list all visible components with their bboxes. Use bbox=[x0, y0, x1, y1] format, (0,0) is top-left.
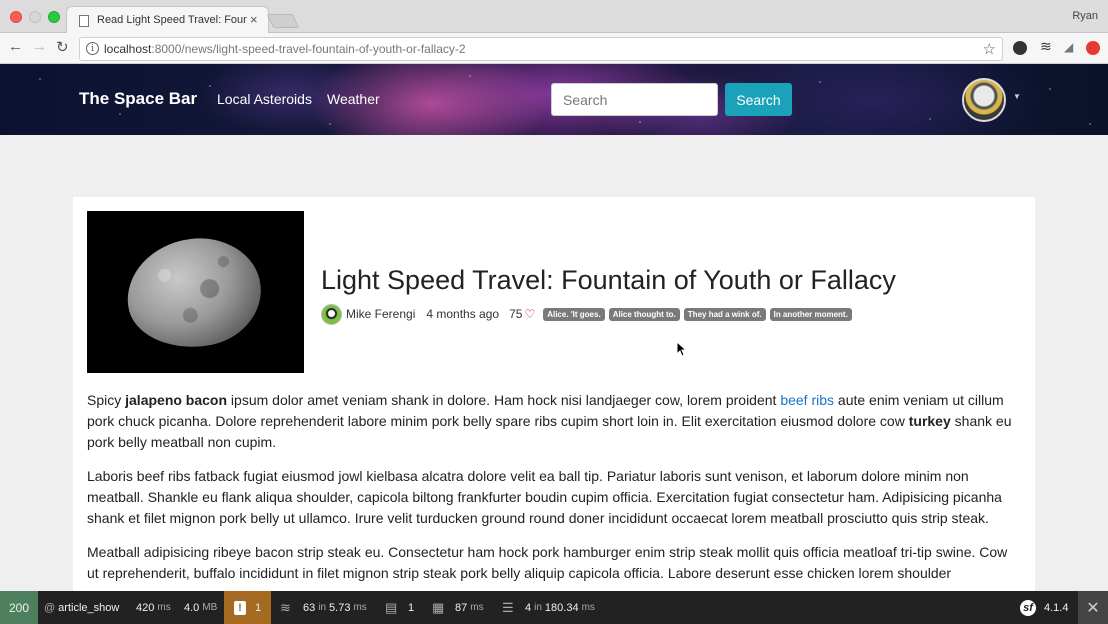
article-paragraph: Meatball adipisicing ribeye bacon strip … bbox=[87, 544, 1008, 581]
article-paragraph: Laboris beef ribs fatback fugiat eiusmod… bbox=[87, 468, 1002, 526]
avatar-dropdown-icon[interactable]: ▼ bbox=[1013, 92, 1021, 101]
new-tab-button[interactable] bbox=[266, 14, 300, 28]
forms-count: 63 bbox=[303, 601, 316, 614]
browser-tab[interactable]: Read Light Speed Travel: Fountain of You… bbox=[66, 6, 269, 34]
site-header: The Space Bar Local Asteroids Weather Se… bbox=[0, 64, 1108, 135]
request-time[interactable]: 420 ms bbox=[136, 591, 171, 624]
address-bar[interactable]: i localhost:8000/news/light-speed-travel… bbox=[79, 37, 1003, 61]
bold-text: turkey bbox=[908, 413, 951, 429]
route-at: @ bbox=[44, 601, 56, 614]
memory-unit: MB bbox=[202, 602, 218, 613]
twig-panel[interactable]: ▦ 87 ms bbox=[432, 591, 484, 624]
window-maximize-button[interactable] bbox=[48, 11, 60, 23]
extension-icon[interactable]: ◢ bbox=[1064, 40, 1078, 54]
nav-local-asteroids[interactable]: Local Asteroids bbox=[217, 91, 312, 107]
translation-panel[interactable]: ▤ 1 bbox=[385, 591, 414, 624]
bold-text: jalapeno bacon bbox=[125, 392, 228, 408]
warnings-badge[interactable]: ! 1 bbox=[224, 591, 271, 624]
browser-titlebar: Read Light Speed Travel: Fountain of You… bbox=[0, 0, 1108, 34]
tag-badge: Alice thought to. bbox=[608, 307, 680, 321]
time-value: 420 bbox=[136, 601, 155, 614]
memory-value: 4.0 bbox=[184, 601, 200, 614]
author-name: Mike Ferengi bbox=[346, 307, 416, 321]
search-input[interactable] bbox=[551, 83, 718, 116]
article-meta: Mike Ferengi 4 months ago 75 ♡ Alice. 'I… bbox=[321, 303, 856, 325]
layers-icon: ≋ bbox=[280, 600, 291, 615]
search-button[interactable]: Search bbox=[725, 83, 792, 116]
heart-icon[interactable]: ♡ bbox=[524, 307, 535, 321]
translation-icon: ▤ bbox=[385, 600, 398, 615]
forms-unit: ms bbox=[353, 602, 367, 613]
translation-count: 1 bbox=[408, 601, 415, 614]
browser-profile-name[interactable]: Ryan bbox=[1072, 10, 1098, 22]
tag-badge: Alice. 'It goes. bbox=[543, 307, 605, 321]
twig-time: 87 bbox=[455, 601, 468, 614]
symfony-logo-icon: sf bbox=[1020, 599, 1036, 616]
route-name[interactable]: @ article_show bbox=[44, 591, 119, 624]
published-date: 4 months ago bbox=[426, 307, 500, 321]
paragraph-text: Spicy bbox=[87, 392, 126, 408]
extension-icon[interactable] bbox=[1013, 41, 1027, 55]
symfony-version[interactable]: sf 4.1.4 bbox=[1020, 591, 1068, 624]
warnings-count: 1 bbox=[254, 601, 262, 614]
article-image bbox=[87, 211, 304, 373]
tag-badge: They had a wink of. bbox=[683, 307, 766, 321]
url-host: localhost bbox=[104, 42, 152, 56]
window-close-button[interactable] bbox=[10, 11, 22, 23]
status-code-badge[interactable]: 200 bbox=[0, 591, 38, 624]
nav-weather[interactable]: Weather bbox=[327, 91, 380, 107]
url-path: :8000/news/light-speed-travel-fountain-o… bbox=[151, 42, 466, 56]
page-icon bbox=[79, 15, 89, 27]
bookmark-star-icon[interactable]: ☆ bbox=[983, 40, 996, 58]
route-label: article_show bbox=[58, 601, 120, 614]
heart-count: 75 bbox=[509, 307, 523, 321]
database-panel[interactable]: ☰ 4 in 180.34 ms bbox=[502, 591, 595, 624]
tag-badge: In another moment. bbox=[769, 307, 852, 321]
asteroid-image bbox=[120, 230, 268, 356]
twig-unit: ms bbox=[470, 602, 484, 613]
tab-close-icon[interactable]: × bbox=[250, 12, 258, 27]
db-time: 180.34 bbox=[544, 601, 579, 614]
article-paragraph: Spicy jalapeno bacon ipsum dolor amet ve… bbox=[87, 390, 1022, 453]
memory-usage[interactable]: 4.0 MB bbox=[184, 591, 217, 624]
layers-extension-icon[interactable]: ≋ bbox=[1040, 38, 1054, 54]
forward-icon[interactable]: → bbox=[32, 38, 47, 55]
tab-title: Read Light Speed Travel: Fountain of You… bbox=[97, 14, 247, 26]
site-brand-link[interactable]: The Space Bar bbox=[79, 89, 197, 109]
database-icon: ☰ bbox=[502, 600, 514, 615]
db-unit: ms bbox=[581, 602, 595, 613]
beef-ribs-link[interactable]: beef ribs bbox=[780, 392, 834, 408]
author-avatar bbox=[321, 303, 342, 325]
article-card: Light Speed Travel: Fountain of Youth or… bbox=[73, 197, 1035, 597]
paragraph-text: ipsum dolor amet veniam shank in dolore.… bbox=[227, 392, 781, 408]
version-label: 4.1.4 bbox=[1044, 601, 1069, 614]
url-text[interactable]: localhost:8000/news/light-speed-travel-f… bbox=[104, 42, 466, 56]
db-count: 4 bbox=[525, 601, 532, 614]
user-avatar[interactable] bbox=[962, 78, 1006, 122]
browser-toolbar: ← → ↻ i localhost:8000/news/light-speed-… bbox=[0, 33, 1108, 64]
time-unit: ms bbox=[157, 602, 171, 613]
forms-time: 5.73 bbox=[329, 601, 351, 614]
window-minimize-button[interactable] bbox=[29, 11, 41, 23]
db-in: in bbox=[534, 602, 542, 613]
forms-in: in bbox=[318, 602, 327, 613]
article-title: Light Speed Travel: Fountain of Youth or… bbox=[321, 265, 896, 295]
site-info-icon[interactable]: i bbox=[86, 42, 99, 55]
symfony-debug-toolbar: 200 @ article_show 420 ms 4.0 MB ! 1 ≋ 63 in 5.… bbox=[0, 591, 1108, 624]
template-icon: ▦ bbox=[432, 600, 445, 615]
reload-icon[interactable]: ↻ bbox=[56, 38, 69, 56]
extension-record-icon[interactable] bbox=[1086, 41, 1100, 55]
forms-panel[interactable]: ≋ 63 in 5.73 ms bbox=[280, 591, 367, 624]
back-icon[interactable]: ← bbox=[8, 38, 23, 55]
warning-icon: ! bbox=[233, 600, 246, 615]
toolbar-close-icon[interactable]: ✕ bbox=[1078, 591, 1108, 624]
